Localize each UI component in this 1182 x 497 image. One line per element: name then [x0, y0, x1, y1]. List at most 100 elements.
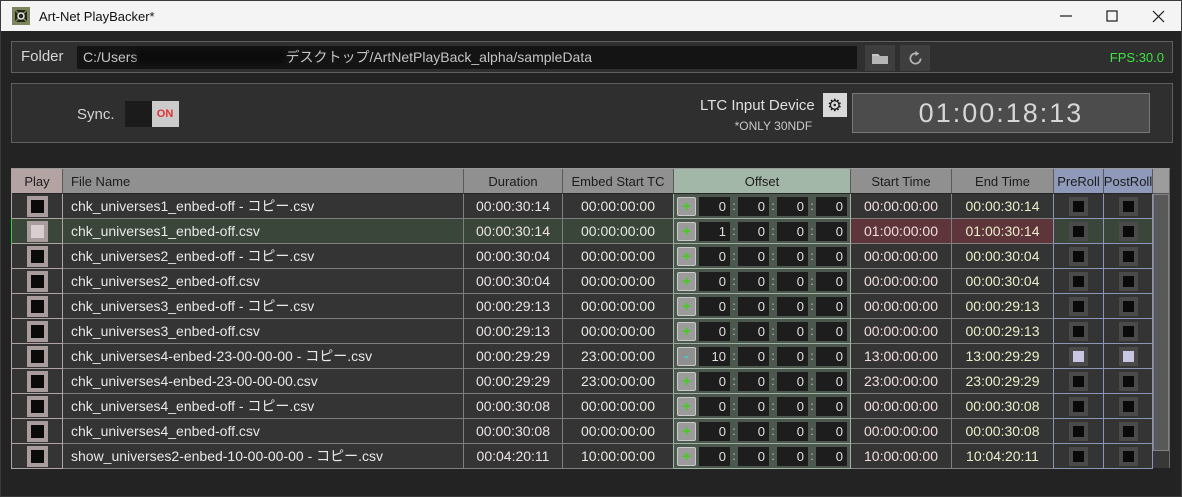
offset-minutes-field[interactable]: 0	[738, 247, 769, 266]
scrollbar-thumb[interactable]	[1153, 194, 1169, 451]
table-row[interactable]: chk_universes3_enbed-off - コピー.csv 00:00…	[12, 294, 1153, 319]
offset-frames-field[interactable]: 0	[816, 222, 847, 241]
offset-seconds-field[interactable]: 0	[777, 422, 808, 441]
offset-hours-field[interactable]: 0	[699, 272, 730, 291]
offset-seconds-field[interactable]: 0	[777, 222, 808, 241]
maximize-button[interactable]	[1089, 1, 1135, 31]
offset-sign-button[interactable]: -	[677, 347, 696, 366]
offset-sign-button[interactable]: +	[677, 222, 696, 241]
table-row[interactable]: chk_universes1_enbed-off - コピー.csv 00:00…	[12, 194, 1153, 219]
table-row[interactable]: chk_universes1_enbed-off.csv 00:00:30:14…	[12, 219, 1153, 244]
offset-minutes-field[interactable]: 0	[738, 347, 769, 366]
offset-frames-field[interactable]: 0	[816, 247, 847, 266]
offset-hours-field[interactable]: 0	[699, 322, 730, 341]
offset-hours-field[interactable]: 1	[699, 222, 730, 241]
postroll-checkbox[interactable]	[1119, 347, 1138, 366]
offset-seconds-field[interactable]: 0	[777, 397, 808, 416]
postroll-checkbox[interactable]	[1119, 297, 1138, 316]
offset-hours-field[interactable]: 0	[699, 372, 730, 391]
preroll-checkbox[interactable]	[1069, 297, 1088, 316]
offset-sign-button[interactable]: +	[677, 372, 696, 391]
refresh-button[interactable]	[900, 45, 930, 71]
table-row[interactable]: chk_universes4_enbed-off.csv 00:00:30:08…	[12, 419, 1153, 444]
preroll-checkbox[interactable]	[1069, 372, 1088, 391]
browse-folder-button[interactable]	[865, 45, 895, 71]
offset-sign-button[interactable]: +	[677, 247, 696, 266]
folder-path-input[interactable]: C:/Usersデスクトップ/ArtNetPlayBack_alpha/samp…	[77, 46, 857, 69]
offset-seconds-field[interactable]: 0	[777, 272, 808, 291]
postroll-checkbox[interactable]	[1119, 222, 1138, 241]
table-row[interactable]: chk_universes4-enbed-23-00-00-00 - コピー.c…	[12, 344, 1153, 369]
play-checkbox[interactable]	[27, 271, 48, 292]
preroll-checkbox[interactable]	[1069, 322, 1088, 341]
sync-toggle[interactable]: ON	[125, 101, 179, 127]
preroll-checkbox[interactable]	[1069, 397, 1088, 416]
offset-minutes-field[interactable]: 0	[738, 447, 769, 466]
play-checkbox[interactable]	[27, 221, 48, 242]
vertical-scrollbar[interactable]	[1153, 168, 1170, 468]
offset-hours-field[interactable]: 0	[699, 397, 730, 416]
close-button[interactable]	[1135, 1, 1181, 31]
offset-seconds-field[interactable]: 0	[777, 322, 808, 341]
offset-frames-field[interactable]: 0	[816, 447, 847, 466]
offset-seconds-field[interactable]: 0	[777, 447, 808, 466]
offset-minutes-field[interactable]: 0	[738, 197, 769, 216]
table-row[interactable]: chk_universes4-enbed-23-00-00-00.csv 00:…	[12, 369, 1153, 394]
play-checkbox[interactable]	[27, 396, 48, 417]
offset-seconds-field[interactable]: 0	[777, 347, 808, 366]
offset-sign-button[interactable]: +	[677, 447, 696, 466]
preroll-checkbox[interactable]	[1069, 347, 1088, 366]
preroll-checkbox[interactable]	[1069, 422, 1088, 441]
postroll-checkbox[interactable]	[1119, 422, 1138, 441]
play-checkbox[interactable]	[27, 421, 48, 442]
offset-minutes-field[interactable]: 0	[738, 322, 769, 341]
play-checkbox[interactable]	[27, 321, 48, 342]
offset-frames-field[interactable]: 0	[816, 197, 847, 216]
table-row[interactable]: chk_universes2_enbed-off.csv 00:00:30:04…	[12, 269, 1153, 294]
offset-hours-field[interactable]: 0	[699, 247, 730, 266]
offset-sign-button[interactable]: +	[677, 197, 696, 216]
preroll-checkbox[interactable]	[1069, 447, 1088, 466]
offset-minutes-field[interactable]: 0	[738, 422, 769, 441]
offset-hours-field[interactable]: 0	[699, 297, 730, 316]
offset-minutes-field[interactable]: 0	[738, 272, 769, 291]
offset-frames-field[interactable]: 0	[816, 347, 847, 366]
minimize-button[interactable]	[1043, 1, 1089, 31]
offset-hours-field[interactable]: 0	[699, 422, 730, 441]
offset-seconds-field[interactable]: 0	[777, 197, 808, 216]
offset-minutes-field[interactable]: 0	[738, 297, 769, 316]
offset-frames-field[interactable]: 0	[816, 297, 847, 316]
offset-frames-field[interactable]: 0	[816, 422, 847, 441]
offset-sign-button[interactable]: +	[677, 297, 696, 316]
postroll-checkbox[interactable]	[1119, 272, 1138, 291]
postroll-checkbox[interactable]	[1119, 447, 1138, 466]
postroll-checkbox[interactable]	[1119, 322, 1138, 341]
offset-seconds-field[interactable]: 0	[777, 372, 808, 391]
play-checkbox[interactable]	[27, 371, 48, 392]
offset-minutes-field[interactable]: 0	[738, 397, 769, 416]
preroll-checkbox[interactable]	[1069, 272, 1088, 291]
play-checkbox[interactable]	[27, 346, 48, 367]
offset-sign-button[interactable]: +	[677, 422, 696, 441]
offset-frames-field[interactable]: 0	[816, 272, 847, 291]
preroll-checkbox[interactable]	[1069, 247, 1088, 266]
table-row[interactable]: chk_universes2_enbed-off - コピー.csv 00:00…	[12, 244, 1153, 269]
preroll-checkbox[interactable]	[1069, 197, 1088, 216]
offset-frames-field[interactable]: 0	[816, 372, 847, 391]
offset-seconds-field[interactable]: 0	[777, 247, 808, 266]
ltc-settings-button[interactable]: ⚙	[823, 93, 847, 117]
postroll-checkbox[interactable]	[1119, 372, 1138, 391]
play-checkbox[interactable]	[27, 196, 48, 217]
play-checkbox[interactable]	[27, 296, 48, 317]
offset-hours-field[interactable]: 0	[699, 197, 730, 216]
table-row[interactable]: chk_universes4_enbed-off - コピー.csv 00:00…	[12, 394, 1153, 419]
offset-hours-field[interactable]: 0	[699, 447, 730, 466]
offset-seconds-field[interactable]: 0	[777, 297, 808, 316]
postroll-checkbox[interactable]	[1119, 397, 1138, 416]
table-row[interactable]: show_universes2-enbed-10-00-00-00 - コピー.…	[12, 444, 1153, 469]
offset-sign-button[interactable]: +	[677, 322, 696, 341]
table-row[interactable]: chk_universes3_enbed-off.csv 00:00:29:13…	[12, 319, 1153, 344]
offset-minutes-field[interactable]: 0	[738, 222, 769, 241]
postroll-checkbox[interactable]	[1119, 247, 1138, 266]
play-checkbox[interactable]	[27, 246, 48, 267]
